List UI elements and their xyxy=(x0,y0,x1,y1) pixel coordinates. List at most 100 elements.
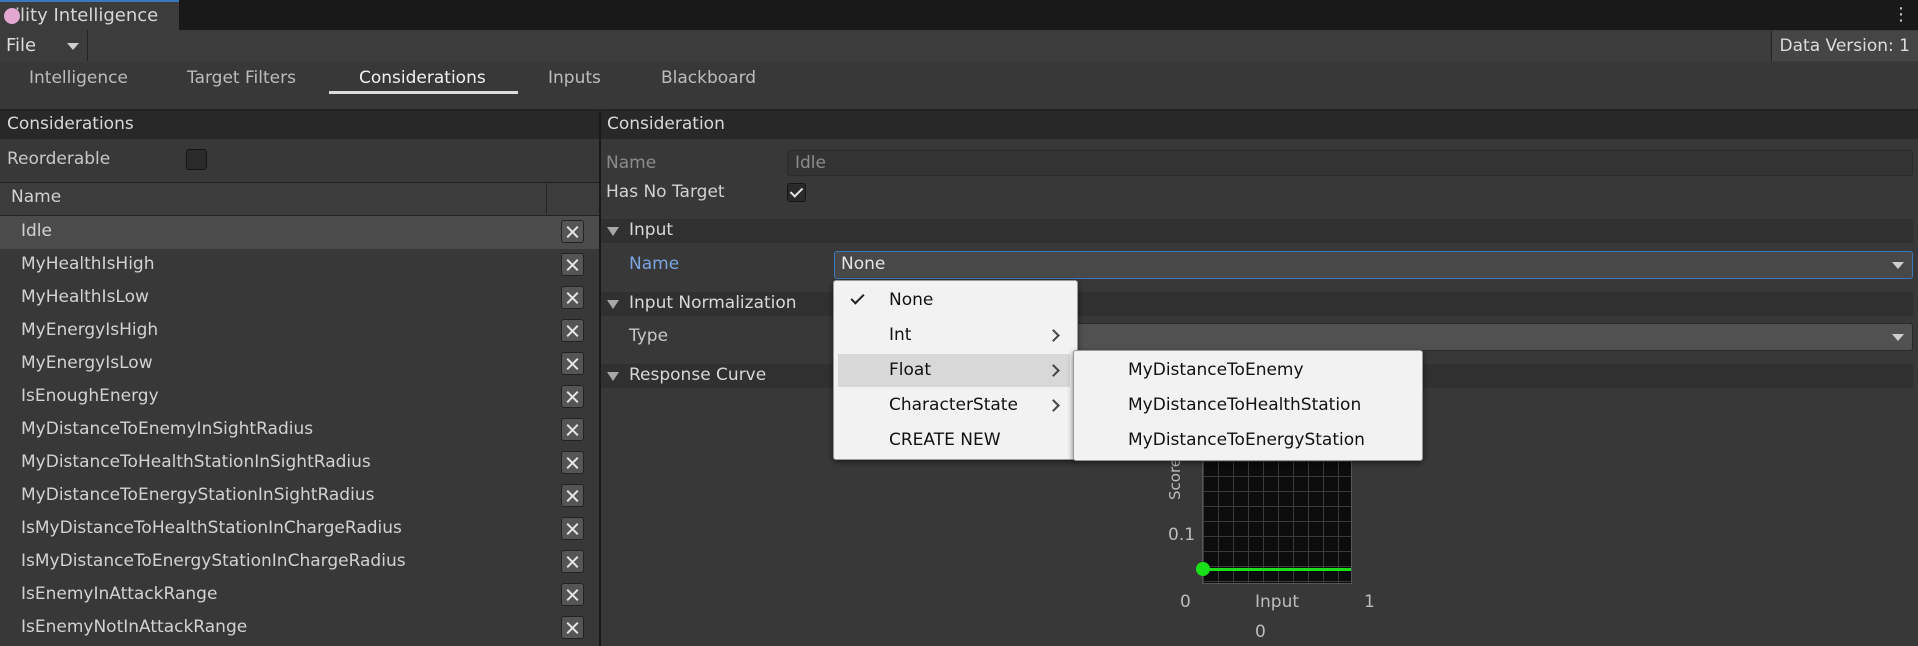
window-icon xyxy=(4,8,20,24)
x-sub-label: 0 xyxy=(1255,622,1266,642)
tab-considerations[interactable]: Considerations xyxy=(359,68,486,88)
has-no-target-label: Has No Target xyxy=(606,182,725,202)
list-item[interactable]: MyDistanceToEnemyInSightRadius xyxy=(0,414,599,447)
list-item-label: MyEnergyIsLow xyxy=(21,353,153,373)
delete-icon[interactable] xyxy=(561,583,584,606)
response-curve-point xyxy=(1196,562,1210,576)
menu-item-label: CharacterState xyxy=(889,395,1018,415)
list-item-label: MyDistanceToEnergyStationInSightRadius xyxy=(21,485,375,505)
delete-icon[interactable] xyxy=(561,286,584,309)
active-tab-indicator xyxy=(329,91,518,94)
foldout-triangle-icon[interactable] xyxy=(607,372,619,381)
file-menu-chevron-down-icon[interactable] xyxy=(67,43,79,50)
list-item-label: MyHealthIsLow xyxy=(21,287,149,307)
x-axis-label: Input xyxy=(1255,592,1300,612)
has-no-target-checkbox[interactable] xyxy=(787,183,806,202)
list-item[interactable]: MyEnergyIsHigh xyxy=(0,315,599,348)
list-item[interactable]: IsMyDistanceToEnergyStationInChargeRadiu… xyxy=(0,546,599,579)
list-item-label: MyDistanceToHealthStationInSightRadius xyxy=(21,452,371,472)
list-column-header xyxy=(0,182,599,217)
chevron-right-icon xyxy=(1047,364,1060,377)
delete-icon[interactable] xyxy=(561,616,584,639)
submenu-item-mydistancetoenemy[interactable]: MyDistanceToEnemy xyxy=(1078,354,1416,387)
foldout-triangle-icon[interactable] xyxy=(607,227,619,236)
input-normalization-foldout[interactable] xyxy=(601,292,1913,316)
input-name-chevron-down-icon[interactable] xyxy=(1892,262,1904,269)
more-options-icon[interactable]: ⋮ xyxy=(1892,4,1910,25)
list-item-label: IsMyDistanceToHealthStationInChargeRadiu… xyxy=(21,518,402,538)
input-foldout[interactable] xyxy=(601,219,1913,243)
delete-icon[interactable] xyxy=(561,418,584,441)
column-header-name[interactable]: Name xyxy=(11,187,61,207)
menu-item-float[interactable]: Float xyxy=(838,354,1070,387)
tab-blackboard[interactable]: Blackboard xyxy=(661,68,756,88)
response-curve-section-label[interactable]: Response Curve xyxy=(629,365,766,385)
name-field[interactable] xyxy=(787,150,1913,176)
list-item-label: MyEnergyIsHigh xyxy=(21,320,159,340)
delete-icon[interactable] xyxy=(561,352,584,375)
list-item[interactable]: MyDistanceToHealthStationInSightRadius xyxy=(0,447,599,480)
submenu-item-mydistancetoenergystation[interactable]: MyDistanceToEnergyStation xyxy=(1078,424,1416,457)
list-item[interactable]: MyHealthIsLow xyxy=(0,282,599,315)
submenu-item-mydistancetohealthstation[interactable]: MyDistanceToHealthStation xyxy=(1078,389,1416,422)
data-version-label: Data Version: 1 xyxy=(1770,31,1918,61)
chevron-right-icon xyxy=(1047,329,1060,342)
menu-item-create-new[interactable]: CREATE NEW xyxy=(838,424,1070,457)
delete-icon[interactable] xyxy=(561,484,584,507)
delete-icon[interactable] xyxy=(561,253,584,276)
list-item-label: IsEnemyNotInAttackRange xyxy=(21,617,248,637)
submenu-item-label: MyDistanceToEnergyStation xyxy=(1128,430,1365,450)
considerations-panel-title: Considerations xyxy=(7,114,134,134)
input-section-label[interactable]: Input xyxy=(629,220,673,240)
list-item-label: Idle xyxy=(21,221,52,241)
tab-intelligence[interactable]: Intelligence xyxy=(29,68,128,88)
title-bar xyxy=(0,0,1918,30)
y-axis-label: Score xyxy=(1166,457,1184,500)
menu-item-characterstate[interactable]: CharacterState xyxy=(838,389,1070,422)
input-name-value: None xyxy=(841,254,886,274)
input-normalization-section-label[interactable]: Input Normalization xyxy=(629,293,797,313)
response-curve-line xyxy=(1203,568,1351,571)
menu-item-label: None xyxy=(889,290,934,310)
delete-icon[interactable] xyxy=(561,220,584,243)
input-name-dropdown[interactable] xyxy=(834,251,1913,279)
name-field-value: Idle xyxy=(795,153,826,173)
foldout-triangle-icon[interactable] xyxy=(607,300,619,309)
x-tick-min-label: 0 xyxy=(1180,592,1191,612)
menu-item-none[interactable]: None xyxy=(838,284,1070,317)
type-chevron-down-icon[interactable] xyxy=(1892,334,1904,341)
list-item[interactable]: MyHealthIsHigh xyxy=(0,249,599,282)
list-item[interactable]: MyEnergyIsLow xyxy=(0,348,599,381)
list-item[interactable]: IsEnemyInAttackRange xyxy=(0,579,599,612)
list-item[interactable]: IsMyDistanceToHealthStationInChargeRadiu… xyxy=(0,513,599,546)
name-label: Name xyxy=(606,153,657,173)
tab-target-filters[interactable]: Target Filters xyxy=(187,68,296,88)
file-menu-label[interactable]: File xyxy=(6,35,36,56)
list-item-label: IsEnemyInAttackRange xyxy=(21,584,218,604)
menu-item-int[interactable]: Int xyxy=(838,319,1070,352)
list-item[interactable]: MyDistanceToEnergyStationInSightRadius xyxy=(0,480,599,513)
delete-icon[interactable] xyxy=(561,319,584,342)
list-item-label: IsEnoughEnergy xyxy=(21,386,159,406)
delete-icon[interactable] xyxy=(561,517,584,540)
consideration-panel-title: Consideration xyxy=(607,114,725,134)
delete-icon[interactable] xyxy=(561,451,584,474)
list-item[interactable]: IsEnoughEnergy xyxy=(0,381,599,414)
reorderable-label: Reorderable xyxy=(7,149,111,169)
menu-item-label: CREATE NEW xyxy=(889,430,1001,450)
type-label: Type xyxy=(629,326,669,346)
menu-bar xyxy=(0,30,1918,63)
menu-item-label: Float xyxy=(889,360,931,380)
delete-icon[interactable] xyxy=(561,550,584,573)
list-item[interactable]: IsEnemyNotInAttackRange xyxy=(0,612,599,645)
reorderable-checkbox[interactable] xyxy=(186,149,207,170)
consideration-panel-header xyxy=(601,111,1918,139)
list-item[interactable]: Idle xyxy=(0,216,599,249)
menu-item-label: Int xyxy=(889,325,912,345)
list-item-label: MyDistanceToEnemyInSightRadius xyxy=(21,419,314,439)
tab-inputs[interactable]: Inputs xyxy=(548,68,601,88)
column-resize-handle[interactable] xyxy=(546,183,547,214)
x-tick-max-label: 1 xyxy=(1364,592,1375,612)
response-curve-plot xyxy=(1202,460,1352,584)
delete-icon[interactable] xyxy=(561,385,584,408)
